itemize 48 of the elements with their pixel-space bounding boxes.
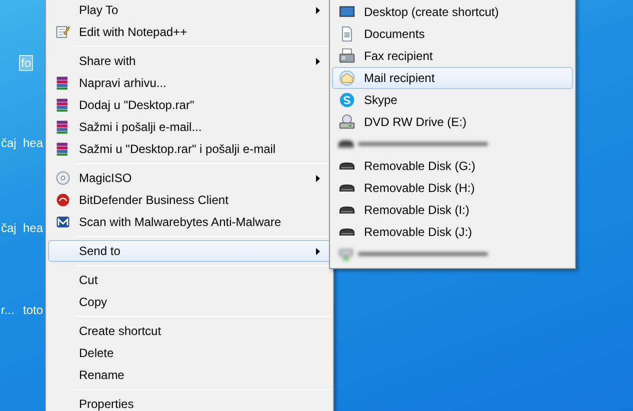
disc-icon <box>55 170 71 186</box>
submenu-arrow-icon <box>316 175 320 182</box>
menu-item[interactable]: Documents <box>332 23 573 45</box>
drive-icon <box>339 184 355 192</box>
menu-item[interactable]: Play To <box>48 0 331 21</box>
notepad-icon <box>55 24 71 40</box>
document-icon <box>339 26 355 42</box>
drive-icon <box>338 140 354 148</box>
menu-item[interactable]: Cut <box>48 269 331 291</box>
desktop-icon-label[interactable]: toto <box>22 303 44 317</box>
menu-item[interactable]: Removable Disk (H:) <box>332 177 573 199</box>
fax-machine-icon <box>339 48 355 64</box>
monitor-icon <box>339 4 355 20</box>
submenu-arrow-icon <box>316 58 320 65</box>
circular-logo-icon <box>55 192 71 208</box>
menu-item[interactable]: BitDefender Business Client <box>48 189 331 211</box>
m-logo-icon <box>55 214 71 230</box>
skype-s-icon <box>339 92 355 108</box>
menu-item[interactable]: Share with <box>48 50 331 72</box>
menu-item[interactable]: Sažmi u "Desktop.rar" i pošalji e-mail <box>48 138 331 160</box>
submenu-arrow-icon <box>316 248 320 255</box>
menu-item[interactable]: Removable Disk (G:) <box>332 155 573 177</box>
drive-icon <box>339 228 355 236</box>
menu-item[interactable]: Fax recipient <box>332 45 573 67</box>
drive-icon <box>339 162 355 170</box>
drive-icon <box>339 206 355 214</box>
menu-item[interactable]: Delete <box>48 342 331 364</box>
menu-item[interactable]: Edit with Notepad++ <box>48 21 331 43</box>
menu-item[interactable]: Removable Disk (J:) <box>332 221 573 243</box>
menu-item[interactable]: Properties <box>48 393 331 411</box>
menu-item[interactable]: Send to <box>48 240 331 262</box>
menu-item[interactable]: Dodaj u "Desktop.rar" <box>48 94 331 116</box>
menu-item[interactable]: Skype <box>332 89 573 111</box>
desktop-icon-label[interactable]: r... <box>0 303 16 317</box>
menu-item[interactable]: Mail recipient <box>332 67 573 89</box>
menu-item[interactable]: Scan with Malwarebytes Anti-Malware <box>48 211 331 233</box>
menu-item[interactable]: Desktop (create shortcut) <box>332 1 573 23</box>
menu-item[interactable]: Removable Disk (I:) <box>332 199 573 221</box>
menu-item[interactable]: Sažmi i pošalji e-mail... <box>48 116 331 138</box>
submenu-arrow-icon <box>316 7 320 14</box>
menu-item[interactable]: Copy <box>48 291 331 313</box>
menu-item[interactable]: MagicISO <box>48 167 331 189</box>
menu-item[interactable]: Rename <box>48 364 331 386</box>
disc-drive-icon <box>339 114 355 130</box>
menu-item[interactable]: Napravi arhivu... <box>48 72 331 94</box>
menu-item[interactable]: DVD RW Drive (E:) <box>332 111 573 133</box>
menu-item[interactable]: Create shortcut <box>48 320 331 342</box>
network-drive-icon <box>338 246 354 262</box>
